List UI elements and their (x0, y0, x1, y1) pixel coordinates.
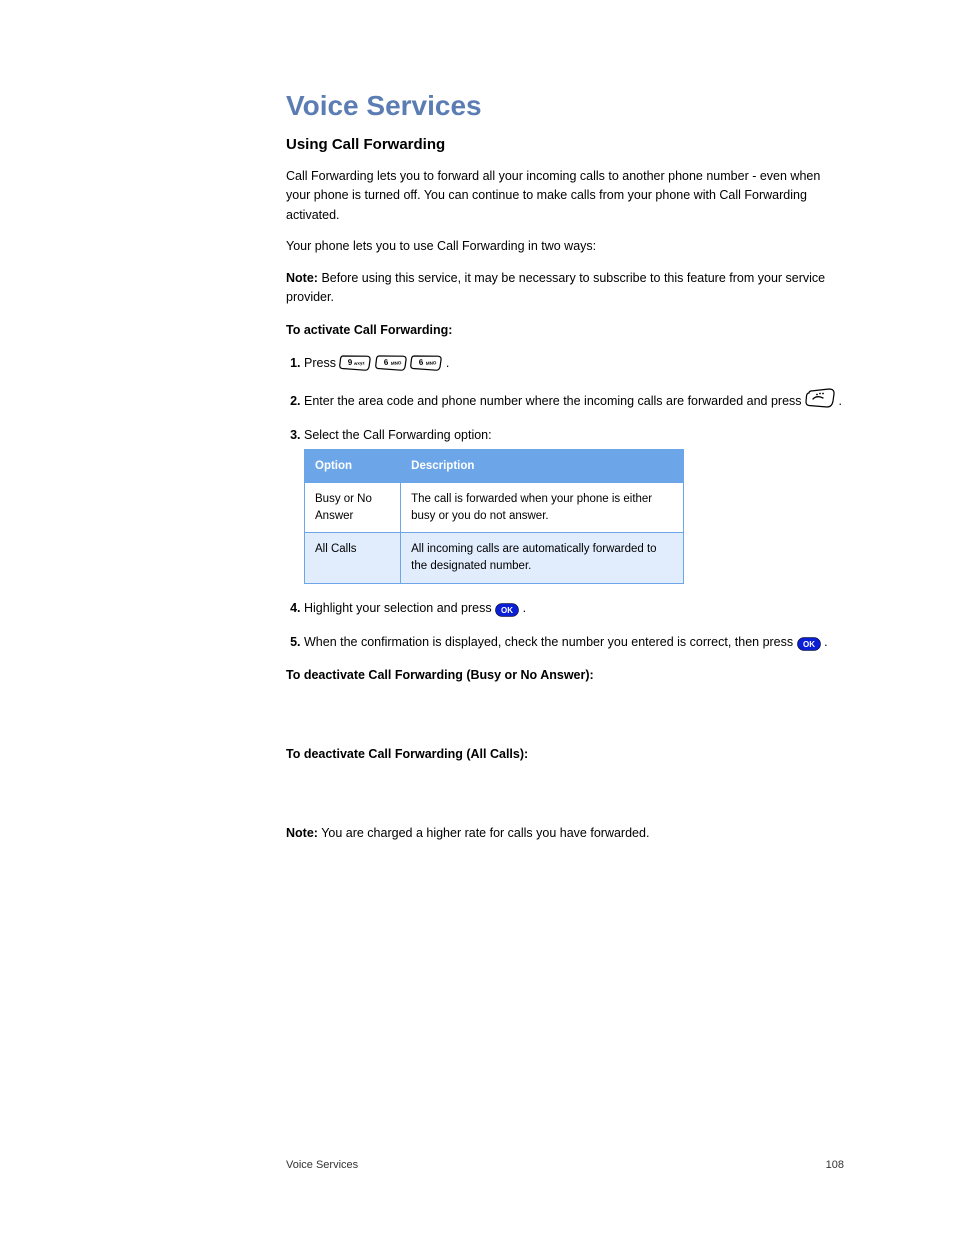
charge-note: Note: You are charged a higher rate for … (286, 824, 844, 843)
step-3-text: Select the Call Forwarding option: (304, 428, 492, 442)
step-1: Press 9 wxyz 6 MNO 6 MNO (304, 353, 844, 373)
th-description: Description (401, 449, 684, 482)
talk-key-icon (805, 387, 835, 409)
manual-page: Voice Services Using Call Forwarding Cal… (0, 0, 954, 1235)
step-1-prefix: Press (304, 356, 339, 370)
step-5-suffix: . (824, 635, 827, 649)
step-4-prefix: Highlight your selection and press (304, 601, 495, 615)
usage-paragraph: Your phone lets you to use Call Forwardi… (286, 237, 844, 256)
step-4: Highlight your selection and press OK . (304, 598, 844, 618)
activate-heading: To activate Call Forwarding: (286, 321, 844, 340)
key-6b-icon: 6 MNO (410, 353, 442, 371)
page-title: Voice Services (286, 90, 844, 122)
table-row: All Calls All incoming calls are automat… (305, 533, 684, 583)
page-footer: Voice Services 108 (0, 1159, 954, 1171)
svg-text:MNO: MNO (426, 360, 437, 366)
forwarding-options-table: Option Description Busy or No Answer The… (304, 449, 684, 584)
step-2-prefix: Enter the area code and phone number whe… (304, 394, 805, 408)
intro-paragraph: Call Forwarding lets you to forward all … (286, 167, 844, 225)
step-3: Select the Call Forwarding option: Optio… (304, 425, 844, 584)
deactivate-busy-heading: To deactivate Call Forwarding (Busy or N… (286, 666, 844, 685)
svg-text:wxyz: wxyz (353, 360, 366, 366)
deactivate-all-heading: To deactivate Call Forwarding (All Calls… (286, 745, 844, 764)
step-1-suffix: . (446, 356, 449, 370)
cell-desc-1: The call is forwarded when your phone is… (401, 483, 684, 533)
step-4-suffix: . (523, 601, 526, 615)
ok-button-icon: OK (797, 637, 821, 651)
cell-option-2: All Calls (305, 533, 401, 583)
ok-button-icon: OK (495, 603, 519, 617)
step-5-prefix: When the confirmation is displayed, chec… (304, 635, 797, 649)
note-label: Note: (286, 271, 318, 285)
note-label: Note: (286, 826, 318, 840)
activate-steps: Press 9 wxyz 6 MNO 6 MNO (286, 353, 844, 652)
charge-note-text: You are charged a higher rate for calls … (321, 826, 649, 840)
step-5: When the confirmation is displayed, chec… (304, 632, 844, 652)
cell-desc-2: All incoming calls are automatically for… (401, 533, 684, 583)
section-title: Using Call Forwarding (286, 136, 844, 153)
step-2: Enter the area code and phone number whe… (304, 387, 844, 411)
key-6-icon: 6 MNO (375, 353, 407, 371)
step-2-suffix: . (838, 394, 841, 408)
note-text: Before using this service, it may be nec… (286, 271, 825, 304)
svg-text:OK: OK (803, 640, 815, 649)
footer-page-number: 108 (826, 1159, 844, 1171)
svg-text:OK: OK (501, 606, 513, 615)
th-option: Option (305, 449, 401, 482)
svg-text:MNO: MNO (391, 360, 402, 366)
table-row: Busy or No Answer The call is forwarded … (305, 483, 684, 533)
cell-option-1: Busy or No Answer (305, 483, 401, 533)
note-block: Note: Before using this service, it may … (286, 269, 844, 308)
footer-section: Voice Services (286, 1159, 358, 1171)
key-9-icon: 9 wxyz (339, 353, 371, 371)
